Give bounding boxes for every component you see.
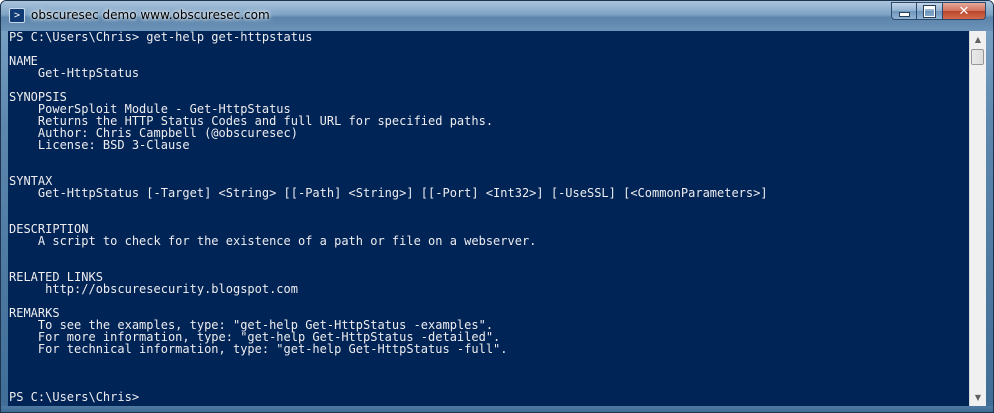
window-frame-bottom	[1, 406, 993, 412]
close-button[interactable]: ✕	[943, 2, 986, 20]
powershell-icon[interactable]: >	[9, 8, 25, 23]
console-line: Get-HttpStatus	[9, 66, 140, 80]
minimize-button[interactable]	[891, 2, 917, 20]
console-text: PS C:\Users\Chris> get-help get-httpstat…	[8, 31, 969, 403]
scroll-thumb[interactable]	[971, 49, 984, 65]
vertical-scrollbar[interactable]: ▲ ▼	[969, 31, 986, 406]
console-line: License: BSD 3-Clause	[9, 138, 190, 152]
window-controls: ✕	[891, 2, 986, 21]
console-line: PS C:\Users\Chris> get-help get-httpstat…	[9, 31, 313, 44]
maximize-icon	[924, 5, 935, 17]
console-output[interactable]: PS C:\Users\Chris> get-help get-httpstat…	[8, 31, 969, 406]
scroll-down-button[interactable]: ▼	[970, 389, 986, 406]
close-icon: ✕	[958, 3, 970, 19]
maximize-button[interactable]	[917, 2, 943, 20]
scroll-up-button[interactable]: ▲	[970, 31, 986, 48]
console-window: > obscuresec demo www.obscuresec.com ✕ P…	[0, 0, 994, 413]
chevron-down-icon: ▼	[974, 393, 982, 402]
console-line: NAME	[9, 54, 38, 68]
console-line: For technical information, type: "get-he…	[9, 342, 508, 356]
window-title: obscuresec demo www.obscuresec.com	[31, 8, 270, 22]
console-line: Get-HttpStatus [-Target] <String> [[-Pat…	[9, 186, 768, 200]
title-bar[interactable]: > obscuresec demo www.obscuresec.com ✕	[1, 1, 993, 31]
minimize-icon	[898, 12, 910, 17]
console-line: PS C:\Users\Chris>	[9, 390, 140, 404]
console-line: A script to check for the existence of a…	[9, 234, 537, 248]
console-line: http://obscuresecurity.blogspot.com	[9, 282, 298, 296]
chevron-up-icon: ▲	[974, 35, 982, 44]
